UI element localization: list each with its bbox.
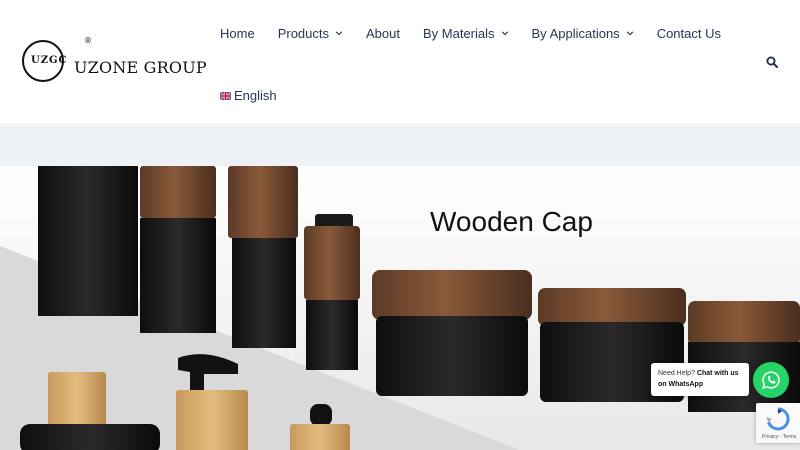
nav-item-label: About xyxy=(366,25,400,41)
whatsapp-chat-text: Chat with us xyxy=(696,370,739,377)
main-nav: Home Products About By Materials By Appl… xyxy=(220,24,744,42)
brand-logo[interactable]: UZGC ® UZONE GROUP xyxy=(22,36,207,82)
recaptcha-links[interactable]: Privacy - Terms xyxy=(762,434,796,440)
recaptcha-icon xyxy=(766,407,790,431)
hero-product-image xyxy=(0,166,800,450)
nav-item-label: Home xyxy=(220,25,255,41)
nav-item-label: Products xyxy=(277,25,329,41)
nav-item-label: By Applications xyxy=(531,25,620,41)
site-header: UZGC ® UZONE GROUP Home Products About B… xyxy=(0,0,800,125)
language-label: English xyxy=(234,88,277,103)
whatsapp-icon xyxy=(762,371,780,389)
search-icon[interactable] xyxy=(766,56,778,68)
nav-item-by-applications[interactable]: By Applications xyxy=(532,26,634,41)
nav-item-about[interactable]: About xyxy=(366,26,400,41)
whatsapp-button[interactable] xyxy=(753,362,789,398)
whatsapp-on-text: on WhatsApp xyxy=(658,381,704,388)
uk-flag-icon xyxy=(220,91,231,100)
logo-mark-letters: UZGC xyxy=(31,55,68,66)
whatsapp-help-bubble[interactable]: Need Help? Chat with us on WhatsApp xyxy=(651,363,749,396)
nav-item-home[interactable]: Home xyxy=(220,26,255,41)
nav-item-by-materials[interactable]: By Materials xyxy=(423,26,509,41)
hero-banner: Wooden Cap xyxy=(0,166,800,450)
language-switcher[interactable]: English xyxy=(220,88,277,103)
chevron-down-icon xyxy=(501,31,508,36)
whatsapp-help-text: Need Help? xyxy=(658,370,695,377)
chevron-down-icon xyxy=(626,31,633,36)
chevron-down-icon xyxy=(335,31,343,36)
brand-name: UZONE GROUP xyxy=(74,57,207,77)
nav-item-products[interactable]: Products xyxy=(278,26,343,41)
registered-mark: ® xyxy=(84,36,92,45)
logo-mark-icon: UZGC xyxy=(22,40,68,82)
page-title-band xyxy=(0,126,800,166)
hero-title: Wooden Cap xyxy=(430,206,593,237)
nav-item-contact-us[interactable]: Contact Us xyxy=(657,26,721,41)
nav-item-label: Contact Us xyxy=(656,25,721,41)
nav-item-label: By Materials xyxy=(422,25,495,41)
